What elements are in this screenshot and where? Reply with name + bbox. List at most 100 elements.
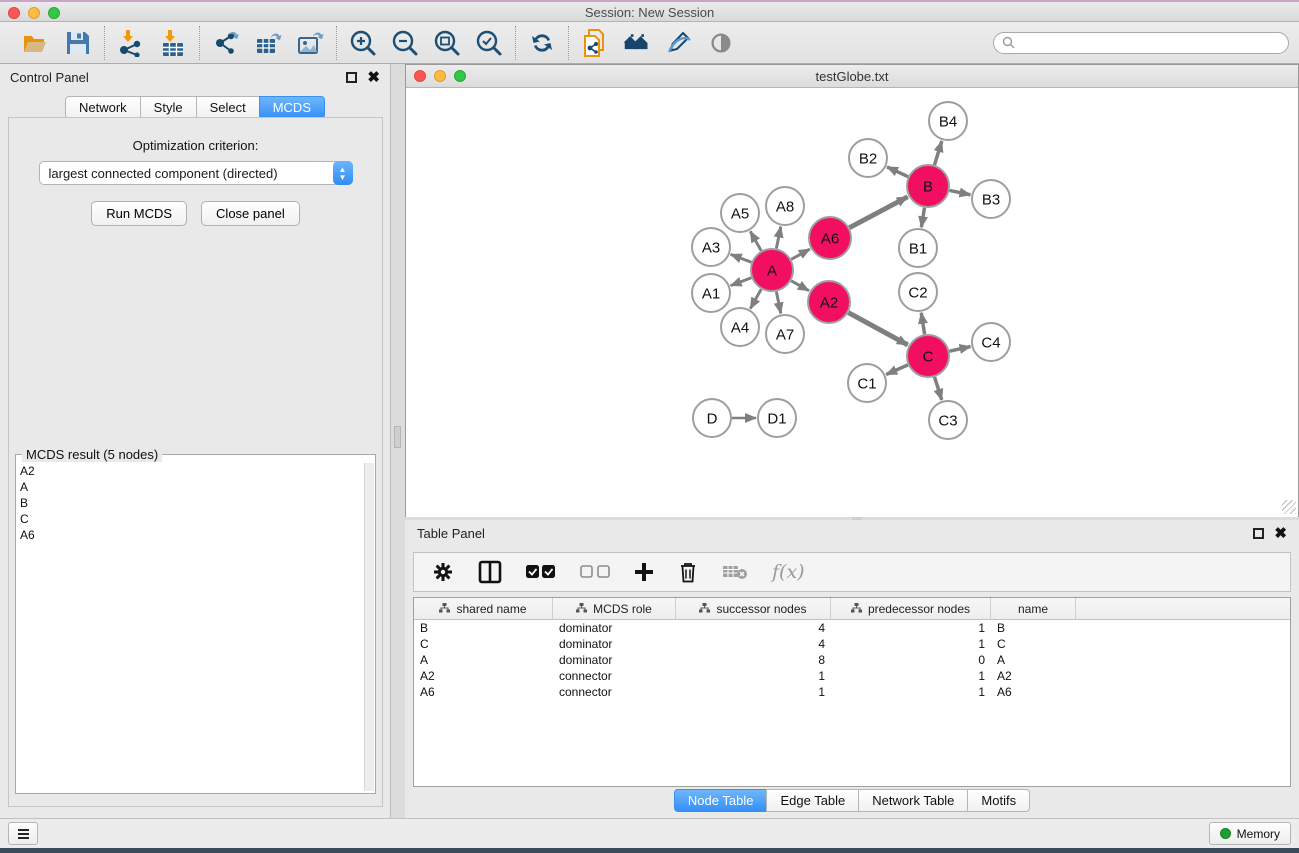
cell-predecessor-nodes[interactable]: 1 (831, 636, 991, 652)
network-window-titlebar[interactable]: testGlobe.txt (406, 65, 1298, 88)
node-B2[interactable]: B2 (849, 139, 887, 177)
node-A1[interactable]: A1 (692, 274, 730, 312)
mcds-result-list[interactable]: A2ABCA6 (20, 463, 363, 791)
cell-MCDS-role[interactable]: dominator (553, 620, 676, 636)
cell-successor-nodes[interactable]: 1 (676, 684, 831, 700)
node-B1[interactable]: B1 (899, 229, 937, 267)
cell-predecessor-nodes[interactable]: 0 (831, 652, 991, 668)
cybrowser-home-icon[interactable] (623, 29, 651, 57)
new-network-icon[interactable] (581, 29, 609, 57)
node-C2[interactable]: C2 (899, 273, 937, 311)
column-header-successor-nodes[interactable]: successor nodes (676, 598, 831, 619)
close-panel-icon[interactable]: ✖ (367, 72, 380, 83)
cell-predecessor-nodes[interactable]: 1 (831, 668, 991, 684)
cell-name[interactable]: B (991, 620, 1076, 636)
search-input[interactable] (1020, 36, 1280, 50)
tab-node-table[interactable]: Node Table (674, 789, 768, 812)
cell-name[interactable]: A2 (991, 668, 1076, 684)
column-header-shared-name[interactable]: shared name (414, 598, 553, 619)
cell-predecessor-nodes[interactable]: 1 (831, 620, 991, 636)
cell-predecessor-nodes[interactable]: 1 (831, 684, 991, 700)
result-item[interactable]: A (20, 479, 363, 495)
panel-splitter[interactable] (391, 64, 405, 818)
cell-name[interactable]: C (991, 636, 1076, 652)
cell-successor-nodes[interactable]: 4 (676, 636, 831, 652)
float-table-panel-icon[interactable] (1253, 528, 1264, 539)
tab-style[interactable]: Style (140, 96, 197, 119)
save-session-icon[interactable] (64, 29, 92, 57)
import-network-icon[interactable] (117, 29, 145, 57)
open-session-icon[interactable] (22, 29, 50, 57)
tab-motifs[interactable]: Motifs (967, 789, 1030, 812)
zoom-out-icon[interactable] (391, 29, 419, 57)
cell-name[interactable]: A6 (991, 684, 1076, 700)
network-canvas[interactable]: B4B2BB3B1A5A8A6A3AA1A2C2A4A7CC4C1C3DD1 (406, 89, 1298, 517)
table-row[interactable]: Bdominator41B (414, 620, 1290, 636)
cell-MCDS-role[interactable]: dominator (553, 636, 676, 652)
column-header-predecessor-nodes[interactable]: predecessor nodes (831, 598, 991, 619)
node-A4[interactable]: A4 (721, 308, 759, 346)
export-network-icon[interactable] (212, 29, 240, 57)
delete-table-icon[interactable] (722, 564, 748, 580)
function-builder-icon[interactable]: f(x) (772, 561, 805, 583)
hide-annotations-icon[interactable] (665, 29, 693, 57)
float-panel-icon[interactable] (346, 72, 357, 83)
cell-successor-nodes[interactable]: 8 (676, 652, 831, 668)
clear-checkboxes-icon[interactable] (580, 564, 610, 580)
result-item[interactable]: A6 (20, 527, 363, 543)
run-mcds-button[interactable]: Run MCDS (91, 201, 187, 226)
node-B3[interactable]: B3 (972, 180, 1010, 218)
cell-shared-name[interactable]: B (414, 620, 553, 636)
cell-MCDS-role[interactable]: connector (553, 668, 676, 684)
column-header-MCDS-role[interactable]: MCDS role (553, 598, 676, 619)
tab-edge-table[interactable]: Edge Table (766, 789, 859, 812)
search-box[interactable] (993, 32, 1289, 54)
node-C4[interactable]: C4 (972, 323, 1010, 361)
add-column-icon[interactable] (634, 562, 654, 582)
tab-network-table[interactable]: Network Table (858, 789, 968, 812)
node-D[interactable]: D (693, 399, 731, 437)
node-D1[interactable]: D1 (758, 399, 796, 437)
node-A[interactable]: A (751, 249, 793, 291)
cell-shared-name[interactable]: A6 (414, 684, 553, 700)
refresh-icon[interactable] (528, 29, 556, 57)
table-row[interactable]: Cdominator41C (414, 636, 1290, 652)
result-item[interactable]: C (20, 511, 363, 527)
cell-successor-nodes[interactable]: 1 (676, 668, 831, 684)
node-A7[interactable]: A7 (766, 315, 804, 353)
node-C1[interactable]: C1 (848, 364, 886, 402)
table-row[interactable]: Adominator80A (414, 652, 1290, 668)
split-columns-icon[interactable] (478, 560, 502, 584)
node-A6[interactable]: A6 (809, 217, 851, 259)
node-C[interactable]: C (907, 335, 949, 377)
splitter-grip[interactable] (394, 426, 401, 448)
cell-shared-name[interactable]: A (414, 652, 553, 668)
cell-shared-name[interactable]: A2 (414, 668, 553, 684)
import-table-icon[interactable] (159, 29, 187, 57)
memory-button[interactable]: Memory (1209, 822, 1291, 845)
cell-MCDS-role[interactable]: connector (553, 684, 676, 700)
node-A8[interactable]: A8 (766, 187, 804, 225)
table-row[interactable]: A6connector11A6 (414, 684, 1290, 700)
node-C3[interactable]: C3 (929, 401, 967, 439)
tab-select[interactable]: Select (196, 96, 260, 119)
criterion-dropdown[interactable]: largest connected component (directed) ▲… (39, 161, 353, 185)
tab-mcds[interactable]: MCDS (259, 96, 325, 119)
result-list-scrollbar[interactable] (364, 463, 374, 791)
close-table-panel-icon[interactable]: ✖ (1274, 528, 1287, 539)
zoom-selected-icon[interactable] (475, 29, 503, 57)
close-panel-button[interactable]: Close panel (201, 201, 300, 226)
node-B4[interactable]: B4 (929, 102, 967, 140)
column-header-name[interactable]: name (991, 598, 1076, 619)
cell-name[interactable]: A (991, 652, 1076, 668)
tab-network[interactable]: Network (65, 96, 141, 119)
window-resize-grip[interactable] (1282, 500, 1296, 514)
zoom-in-icon[interactable] (349, 29, 377, 57)
result-item[interactable]: A2 (20, 463, 363, 479)
gear-icon[interactable] (432, 561, 454, 583)
select-all-checkboxes-icon[interactable] (526, 564, 556, 580)
show-graphics-icon[interactable] (707, 29, 735, 57)
cell-successor-nodes[interactable]: 4 (676, 620, 831, 636)
delete-column-icon[interactable] (678, 561, 698, 583)
export-table-icon[interactable] (254, 29, 282, 57)
